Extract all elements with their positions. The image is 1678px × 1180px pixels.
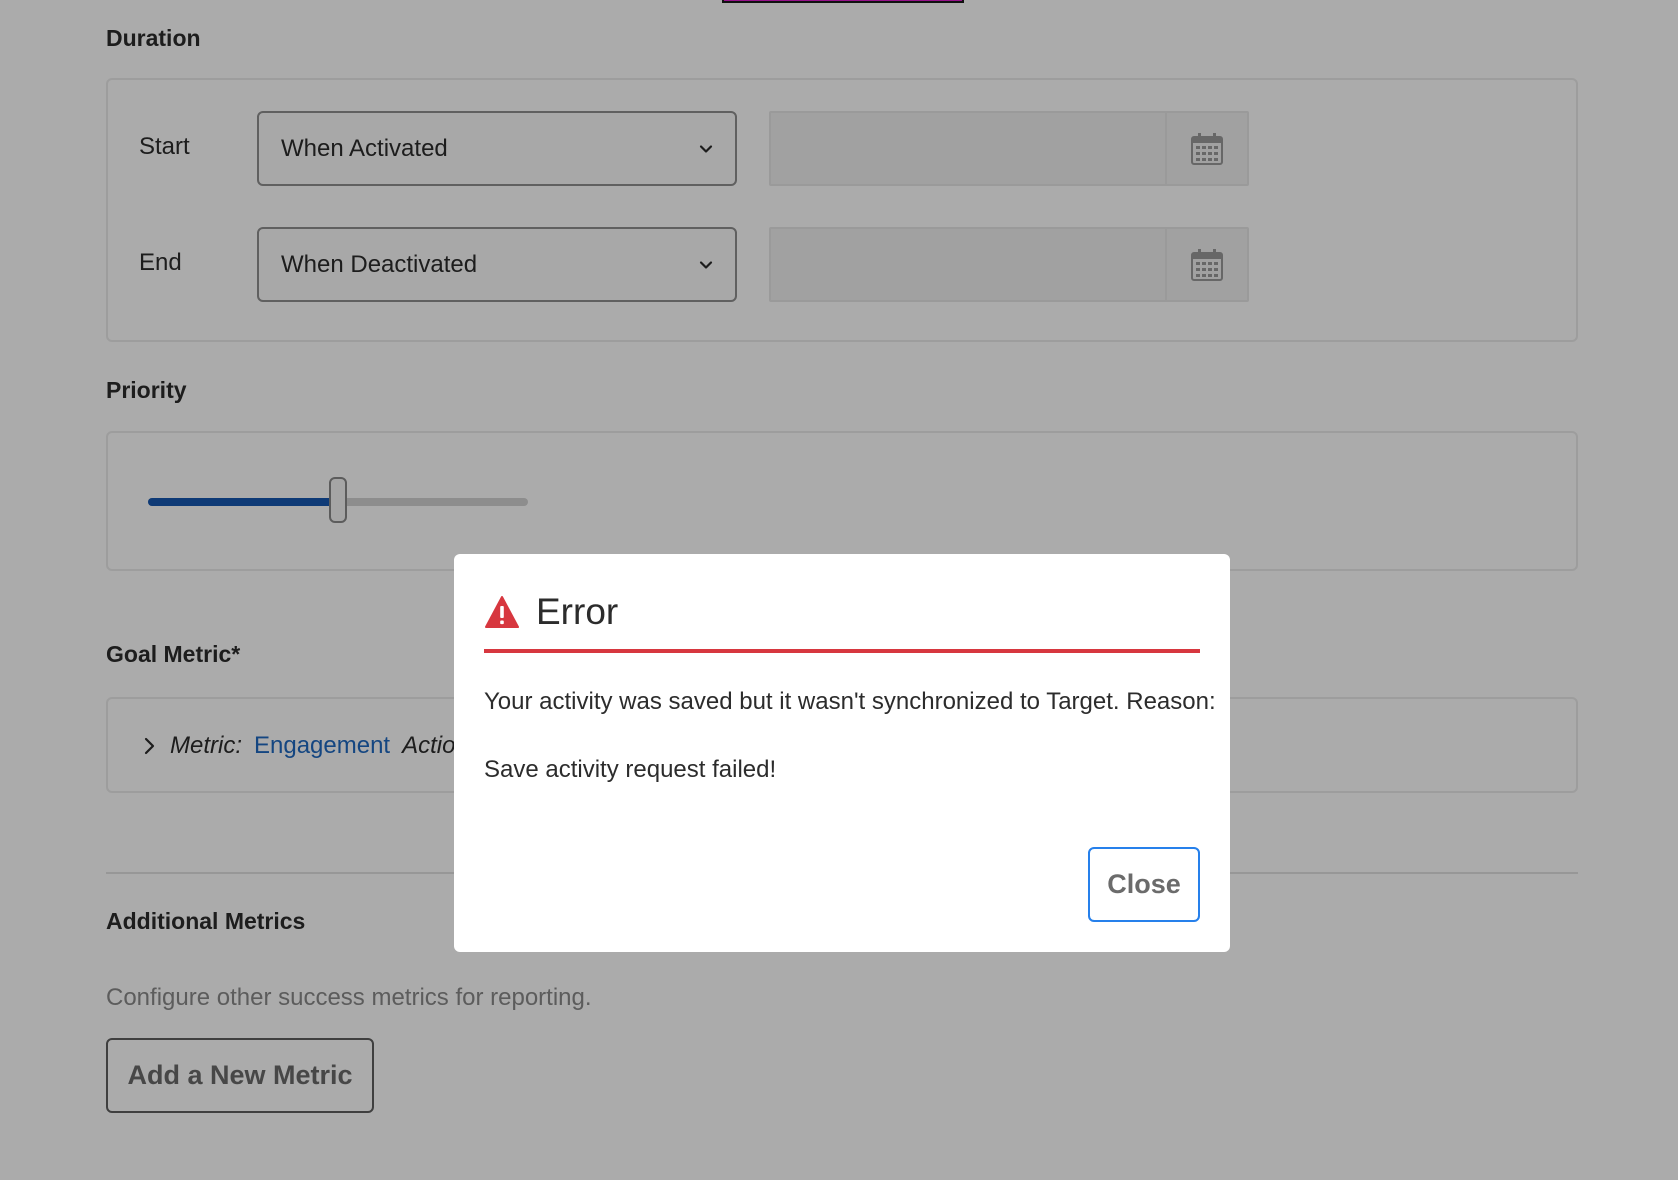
dialog-message: Your activity was saved but it wasn't sy… (484, 688, 1216, 715)
error-dialog: Error Your activity was saved but it was… (454, 554, 1230, 952)
dialog-header: Error (484, 584, 1200, 640)
dialog-detail: Save activity request failed! (484, 756, 777, 783)
dialog-title-rule (484, 649, 1200, 653)
close-button[interactable]: Close (1088, 847, 1200, 922)
alert-triangle-icon (485, 596, 519, 628)
dialog-title: Error (536, 591, 619, 632)
